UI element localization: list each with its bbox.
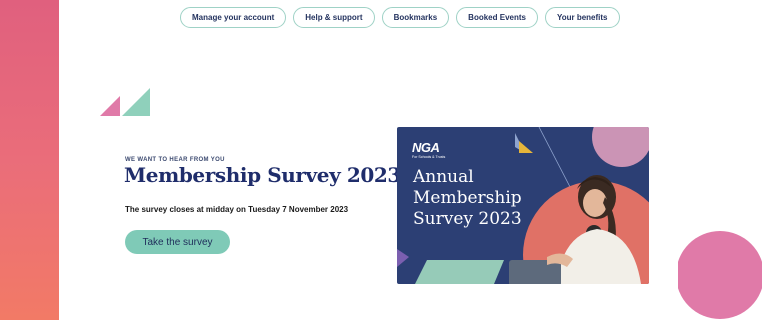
left-gradient-strip	[0, 0, 59, 320]
survey-title: Membership Survey 2023	[124, 163, 401, 187]
banner-title-line: Survey 2023	[413, 209, 522, 229]
nav-manage-account[interactable]: Manage your account	[180, 7, 287, 28]
banner-logo: NGA	[412, 140, 440, 155]
banner-title-line: Membership	[413, 188, 522, 208]
take-survey-button[interactable]: Take the survey	[125, 230, 230, 254]
top-nav: Manage your account Help & support Bookm…	[180, 7, 620, 28]
nav-bookmarks[interactable]: Bookmarks	[381, 7, 450, 28]
survey-banner-image[interactable]: NGA For Schools & Trusts Annual Membersh…	[397, 127, 649, 284]
survey-closing-date: The survey closes at midday on Tuesday 7…	[125, 205, 349, 214]
banner-logo-subtext: For Schools & Trusts	[412, 155, 446, 159]
teal-triangle	[122, 88, 150, 116]
banner-title-line: Annual	[413, 167, 474, 187]
nav-booked-events[interactable]: Booked Events	[456, 7, 538, 28]
decorative-triangles	[100, 88, 150, 116]
nav-help-support[interactable]: Help & support	[293, 7, 375, 28]
pink-triangle	[100, 96, 120, 116]
nav-your-benefits[interactable]: Your benefits	[544, 7, 620, 28]
banner-title: Annual Membership Survey 2023	[413, 167, 553, 230]
decorative-pink-circle	[678, 231, 762, 319]
